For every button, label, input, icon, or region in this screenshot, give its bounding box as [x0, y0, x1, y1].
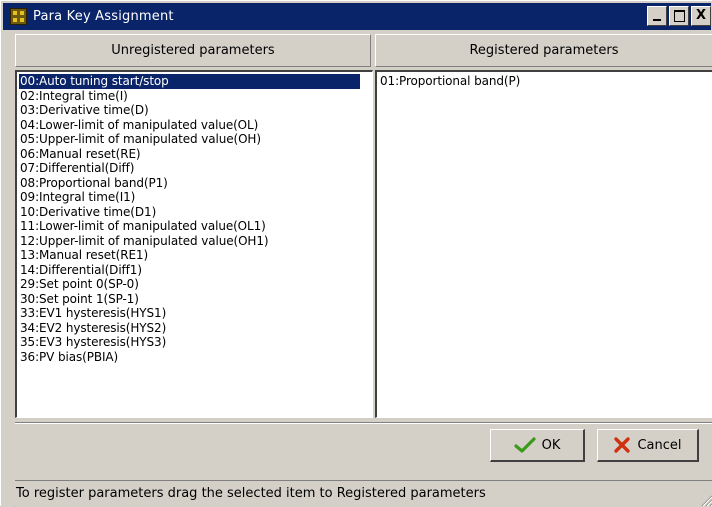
registered-list[interactable]: 01:Proportional band(P): [375, 70, 712, 418]
list-item[interactable]: 33:EV1 hysteresis(HYS1): [19, 306, 372, 321]
list-item[interactable]: 09:Integral time(I1): [19, 190, 372, 205]
app-icon[interactable]: [10, 8, 27, 25]
unregistered-list[interactable]: 00:Auto tuning start/stop 02:Integral tim…: [15, 70, 373, 418]
divider: [15, 422, 712, 424]
cancel-button[interactable]: Cancel: [597, 429, 699, 462]
list-item[interactable]: 36:PV bias(PBIA): [19, 350, 372, 365]
list-item[interactable]: 07:Differential(Diff): [19, 161, 372, 176]
x-icon: [614, 437, 631, 453]
registered-items: 01:Proportional band(P): [377, 72, 712, 89]
minimize-icon: [653, 19, 661, 21]
list-item[interactable]: 10:Derivative time(D1): [19, 205, 372, 220]
list-item[interactable]: 02:Integral time(I): [19, 89, 372, 104]
window-left-edge: [1, 30, 13, 507]
registered-header[interactable]: Registered parameters: [375, 34, 712, 67]
resize-grip-icon[interactable]: [699, 493, 712, 507]
list-item[interactable]: 29:Set point 0(SP-0): [19, 277, 372, 292]
maximize-icon: [674, 10, 685, 22]
list-item[interactable]: 13:Manual reset(RE1): [19, 248, 372, 263]
window-title: Para Key Assignment: [33, 9, 174, 24]
list-item[interactable]: 08:Proportional band(P1): [19, 176, 372, 191]
list-item[interactable]: 34:EV2 hysteresis(HYS2): [19, 321, 372, 336]
unregistered-header[interactable]: Unregistered parameters: [15, 34, 371, 67]
list-item[interactable]: 05:Upper-limit of manipulated value(OH): [19, 132, 372, 147]
list-item[interactable]: 06:Manual reset(RE): [19, 147, 372, 162]
list-item[interactable]: 01:Proportional band(P): [379, 74, 712, 89]
list-item[interactable]: 03:Derivative time(D): [19, 103, 372, 118]
para-key-assignment-window: Para Key Assignment X Unregistered param…: [0, 0, 712, 507]
list-item[interactable]: 11:Lower-limit of manipulated value(OL1): [19, 219, 372, 234]
list-item[interactable]: 30:Set point 1(SP-1): [19, 292, 372, 307]
check-icon: [514, 437, 536, 453]
ok-label: OK: [541, 437, 561, 453]
list-item[interactable]: 12:Upper-limit of manipulated value(OH1): [19, 234, 372, 249]
close-icon: X: [695, 8, 707, 23]
cancel-label: Cancel: [637, 437, 682, 453]
status-bar: To register parameters drag the selected…: [15, 480, 712, 507]
close-button[interactable]: X: [691, 6, 711, 26]
list-item[interactable]: 00:Auto tuning start/stop: [19, 74, 360, 89]
ok-button[interactable]: OK: [490, 429, 585, 462]
minimize-button[interactable]: [647, 6, 667, 26]
list-item[interactable]: 04:Lower-limit of manipulated value(OL): [19, 118, 372, 133]
title-bar[interactable]: Para Key Assignment X: [3, 3, 711, 30]
list-item[interactable]: 14:Differential(Diff1): [19, 263, 372, 278]
list-item[interactable]: 35:EV3 hysteresis(HYS3): [19, 335, 372, 350]
maximize-button[interactable]: [669, 6, 689, 26]
status-text: To register parameters drag the selected…: [16, 486, 486, 501]
window-controls: X: [647, 6, 711, 26]
unregistered-items: 00:Auto tuning start/stop 02:Integral tim…: [17, 72, 372, 364]
